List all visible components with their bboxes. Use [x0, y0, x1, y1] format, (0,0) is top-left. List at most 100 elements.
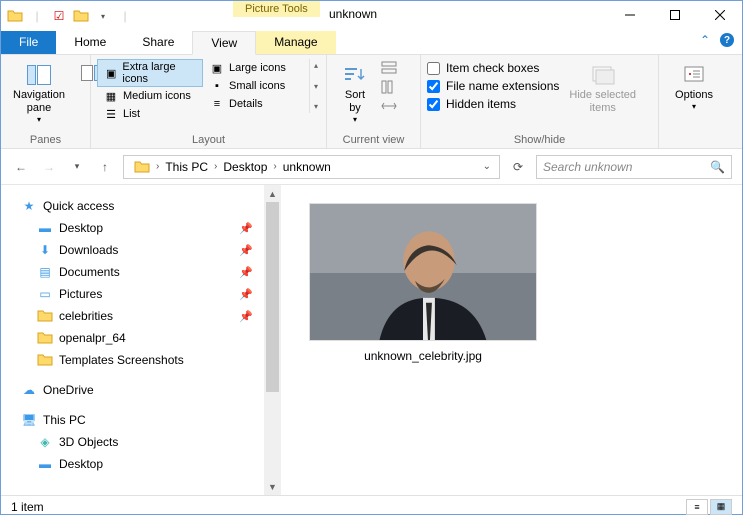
tab-manage[interactable]: Manage: [256, 31, 335, 54]
ribbon-group-layout: Layout: [97, 132, 320, 148]
checkbox[interactable]: [427, 62, 440, 75]
layout-extra-large[interactable]: ▣Extra large icons: [97, 59, 203, 87]
tab-file[interactable]: File: [1, 31, 56, 54]
navigation-pane-button[interactable]: Navigation pane ▾: [7, 59, 71, 127]
up-button[interactable]: ↑: [95, 157, 115, 177]
scroll-up-icon[interactable]: ▲: [264, 185, 281, 202]
layout-scroll-up-icon[interactable]: ▴: [314, 61, 318, 70]
address-bar: ← → ▾ ↑ › This PC › Desktop › unknown ⌄ …: [1, 149, 742, 185]
hide-icon: [587, 61, 619, 89]
tree-downloads[interactable]: ⬇Downloads📌: [1, 239, 281, 261]
sidebar-scrollbar[interactable]: ▲ ▼: [264, 185, 281, 495]
tree-3d-objects[interactable]: ◈3D Objects: [1, 431, 281, 453]
window-title: unknown: [329, 7, 377, 21]
collapse-ribbon-icon[interactable]: ⌃: [700, 33, 710, 47]
qa-sep2: |: [117, 8, 133, 24]
tab-share[interactable]: Share: [124, 31, 192, 54]
file-name-extensions[interactable]: File name extensions: [427, 77, 559, 95]
ribbon-tabs: File Home Share View Manage ⌃ ?: [1, 31, 742, 55]
checkbox[interactable]: [427, 98, 440, 111]
file-list[interactable]: unknown_celebrity.jpg: [281, 185, 742, 495]
pin-icon: 📌: [239, 244, 253, 257]
downloads-icon: ⬇: [37, 242, 53, 258]
tab-home[interactable]: Home: [56, 31, 124, 54]
options-button[interactable]: Options ▾: [669, 59, 719, 114]
folder-icon: [37, 330, 53, 346]
search-icon[interactable]: 🔍: [710, 160, 725, 174]
size-columns-icon[interactable]: [381, 99, 397, 116]
ribbon: Navigation pane ▾ Panes ▣Extra large ico…: [1, 55, 742, 149]
address-dropdown-icon[interactable]: ⌄: [479, 161, 495, 172]
qa-properties-icon[interactable]: ☑: [51, 8, 67, 24]
close-button[interactable]: [697, 1, 742, 29]
group-by-icon[interactable]: [381, 61, 397, 78]
qa-newfolder-icon[interactable]: [73, 8, 89, 24]
pin-icon: 📌: [239, 310, 253, 323]
chevron-down-icon: ▾: [353, 115, 357, 125]
item-check-boxes[interactable]: Item check boxes: [427, 59, 559, 77]
ribbon-group-panes: Panes: [7, 132, 84, 148]
add-columns-icon[interactable]: [381, 80, 397, 97]
crumb-desktop[interactable]: Desktop: [217, 160, 273, 174]
tree-quick-access[interactable]: ★Quick access: [1, 195, 281, 217]
pin-icon: 📌: [239, 222, 253, 235]
tree-openalpr[interactable]: openalpr_64: [1, 327, 281, 349]
tree-pictures[interactable]: ▭Pictures📌: [1, 283, 281, 305]
crumb-this-pc[interactable]: This PC: [159, 160, 214, 174]
tree-desktop[interactable]: ▬Desktop📌: [1, 217, 281, 239]
folder-icon: [128, 159, 156, 175]
layout-small[interactable]: ▪Small icons: [203, 77, 309, 95]
ribbon-group-show-hide: Show/hide: [427, 132, 652, 148]
hide-selected-button: Hide selected items: [563, 59, 642, 117]
maximize-button[interactable]: [652, 1, 697, 29]
item-count: 1 item: [11, 500, 44, 514]
tree-templates[interactable]: Templates Screenshots: [1, 349, 281, 371]
tree-desktop2[interactable]: ▬Desktop: [1, 453, 281, 475]
tab-view[interactable]: View: [192, 31, 256, 55]
layout-details[interactable]: ≡Details: [203, 95, 309, 113]
forward-button: →: [39, 157, 59, 177]
tree-onedrive[interactable]: ☁OneDrive: [1, 379, 281, 401]
folder-icon: [7, 8, 23, 24]
contextual-tab-label: Picture Tools: [233, 1, 320, 17]
qa-dropdown-icon[interactable]: ▾: [95, 8, 111, 24]
tree-this-pc[interactable]: 🖥This PC: [1, 409, 281, 431]
help-icon[interactable]: ?: [720, 33, 734, 47]
tree-documents[interactable]: ▤Documents📌: [1, 261, 281, 283]
title-bar: | ☑ ▾ | Picture Tools unknown: [1, 1, 742, 31]
medium-icons-icon: ▦: [103, 88, 119, 104]
layout-medium[interactable]: ▦Medium icons: [97, 87, 203, 105]
scroll-thumb[interactable]: [266, 202, 279, 392]
recent-locations-icon[interactable]: ▾: [67, 157, 87, 177]
layout-scroll-down-icon[interactable]: ▾: [314, 82, 318, 91]
thumbnails-view-toggle[interactable]: ▦: [710, 499, 732, 515]
pictures-icon: ▭: [37, 286, 53, 302]
navigation-tree: ★Quick access ▬Desktop📌 ⬇Downloads📌 ▤Doc…: [1, 185, 281, 495]
breadcrumb-box[interactable]: › This PC › Desktop › unknown ⌄: [123, 155, 500, 179]
file-item[interactable]: unknown_celebrity.jpg: [309, 203, 537, 363]
search-input[interactable]: Search unknown 🔍: [536, 155, 732, 179]
details-view-toggle[interactable]: ≡: [686, 499, 708, 515]
crumb-unknown[interactable]: unknown: [277, 160, 337, 174]
back-button[interactable]: ←: [11, 157, 31, 177]
small-icons-icon: ▪: [209, 78, 225, 94]
refresh-button[interactable]: ⟳: [508, 157, 528, 177]
sort-by-button[interactable]: Sort by ▾: [333, 59, 377, 127]
folder-icon: [37, 352, 53, 368]
hidden-items[interactable]: Hidden items: [427, 95, 559, 113]
ribbon-group-current-view: Current view: [333, 132, 414, 148]
tree-celebrities[interactable]: celebrities📌: [1, 305, 281, 327]
scroll-down-icon[interactable]: ▼: [264, 478, 281, 495]
status-bar: 1 item ≡ ▦: [1, 495, 742, 517]
checkbox[interactable]: [427, 80, 440, 93]
minimize-button[interactable]: [607, 1, 652, 29]
main-area: ★Quick access ▬Desktop📌 ⬇Downloads📌 ▤Doc…: [1, 185, 742, 495]
desktop-icon: ▬: [37, 220, 53, 236]
documents-icon: ▤: [37, 264, 53, 280]
xl-icons-icon: ▣: [104, 65, 118, 81]
layout-list[interactable]: ☰List: [97, 105, 203, 123]
layout-large[interactable]: ▣Large icons: [203, 59, 309, 77]
file-thumbnail: [309, 203, 537, 341]
folder-icon: [37, 308, 53, 324]
layout-more-icon[interactable]: ▾: [314, 102, 318, 111]
